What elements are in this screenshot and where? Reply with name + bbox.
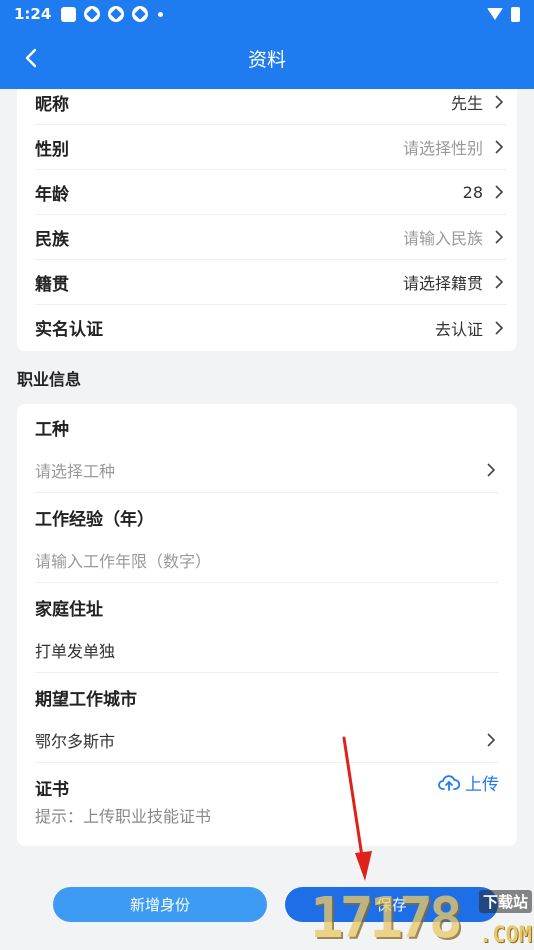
row-real-name-verification[interactable]: 实名认证 去认证 <box>35 305 507 350</box>
row-label: 实名认证 <box>35 320 103 340</box>
row-label: 昵称 <box>35 94 69 115</box>
status-time: 1:24 <box>14 5 52 23</box>
page-title: 资料 <box>247 49 286 71</box>
row-value: 请选择性别 <box>402 139 483 158</box>
notification-icon <box>132 6 149 22</box>
chevron-right-icon <box>495 95 504 109</box>
chevron-right-icon <box>495 275 504 289</box>
city-label: 期望工作城市 <box>35 690 137 710</box>
experience-placeholder: 请输入工作年限（数字） <box>35 552 212 571</box>
section-title-career: 职业信息 <box>17 370 82 389</box>
chevron-right-icon <box>495 320 504 335</box>
row-label: 籍贯 <box>35 274 69 295</box>
row-ethnicity[interactable]: 民族 请输入民族 <box>35 215 507 260</box>
row-value: 请输入民族 <box>402 229 483 248</box>
notification-icon <box>108 6 125 22</box>
add-identity-button[interactable]: 新增身份 <box>53 887 267 922</box>
chevron-right-icon <box>495 140 504 154</box>
experience-label: 工作经验（年） <box>35 510 154 530</box>
row-hometown[interactable]: 籍贯 请选择籍贯 <box>35 260 507 305</box>
row-nickname[interactable]: 昵称 先生 <box>35 80 507 125</box>
city-select[interactable]: 鄂尔多斯市 <box>35 718 499 763</box>
row-age[interactable]: 年龄 28 <box>35 170 507 215</box>
row-label: 民族 <box>35 229 69 250</box>
certificate-label: 证书 <box>35 780 69 800</box>
row-value: 先生 <box>450 94 483 113</box>
cloud-upload-icon <box>438 774 460 791</box>
row-label: 年龄 <box>35 184 69 205</box>
row-label: 性别 <box>35 139 69 160</box>
certificate-hint: 提示：上传职业技能证书 <box>35 807 212 826</box>
address-input[interactable]: 打单发单独 <box>35 628 499 673</box>
row-gender[interactable]: 性别 请选择性别 <box>35 125 507 170</box>
experience-input[interactable]: 请输入工作年限（数字） <box>35 538 499 583</box>
work-type-select[interactable]: 请选择工种 <box>35 448 499 493</box>
save-button[interactable]: 保存 <box>285 887 498 922</box>
battery-icon <box>511 6 520 22</box>
city-value: 鄂尔多斯市 <box>35 732 116 751</box>
upload-button[interactable]: 上传 <box>438 770 499 795</box>
status-bar: 1:24 <box>0 0 534 28</box>
work-type-placeholder: 请选择工种 <box>35 462 116 481</box>
row-value: 28 <box>462 182 483 202</box>
chevron-right-icon <box>495 185 504 199</box>
notification-icon <box>84 6 101 22</box>
upload-label: 上传 <box>465 775 499 795</box>
more-notifications-dot-icon <box>158 11 164 17</box>
chevron-right-icon <box>495 230 504 244</box>
row-value: 去认证 <box>434 319 483 339</box>
chevron-right-icon <box>487 463 496 477</box>
chevron-right-icon <box>487 733 496 747</box>
career-info-card: 工种 请选择工种 工作经验（年） 请输入工作年限（数字） 家庭住址 打单发单独 … <box>17 404 517 846</box>
work-type-label: 工种 <box>35 420 69 440</box>
wifi-icon <box>487 8 503 20</box>
watermark-domain: .COM <box>479 923 532 948</box>
address-label: 家庭住址 <box>35 600 103 620</box>
notification-square-icon <box>61 6 77 22</box>
row-value: 请选择籍贯 <box>402 274 483 293</box>
basic-info-card: 昵称 先生 性别 请选择性别 年龄 28 民族 请输入民族 籍贯 请选择籍贯 实… <box>17 89 517 351</box>
address-value: 打单发单独 <box>35 642 116 661</box>
back-chevron-left-icon[interactable] <box>18 44 46 72</box>
